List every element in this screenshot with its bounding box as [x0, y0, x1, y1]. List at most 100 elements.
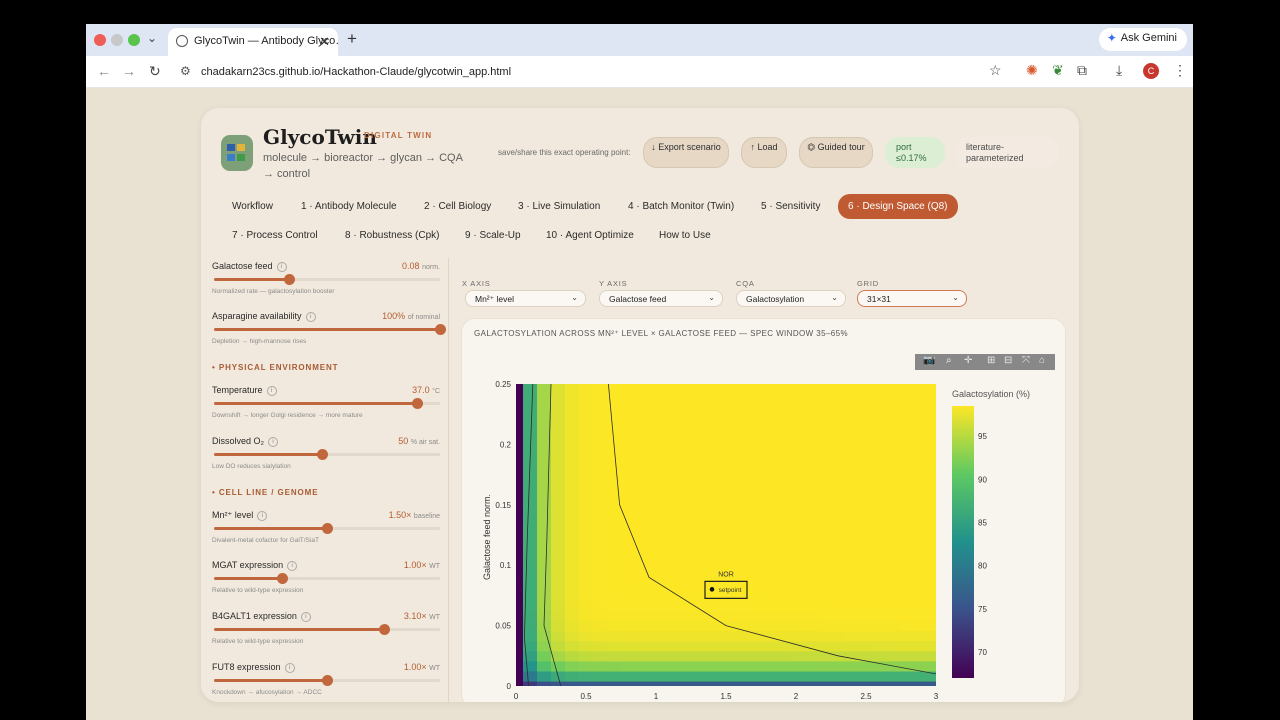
- extensions-puzzle-icon[interactable]: ⧉: [1077, 62, 1087, 79]
- claude-extension-icon[interactable]: ✺: [1026, 62, 1038, 79]
- slider-thumb[interactable]: [322, 523, 333, 534]
- x-axis-select[interactable]: Mn²⁺ level ⌄: [465, 290, 586, 307]
- new-tab-icon[interactable]: +: [347, 29, 357, 49]
- mgat-slider[interactable]: [214, 573, 440, 584]
- heatmap-cell: [915, 519, 930, 531]
- heatmap-cell: [789, 519, 804, 531]
- setpoint-marker[interactable]: [709, 587, 715, 592]
- tab-agent-optimize[interactable]: 10 · Agent Optimize: [536, 223, 644, 248]
- info-icon[interactable]: i: [268, 436, 279, 447]
- heatmap-cell: [761, 580, 776, 591]
- site-settings-icon[interactable]: ⚙: [180, 64, 191, 78]
- fut8-slider[interactable]: [214, 675, 440, 686]
- heatmap-cell: [593, 550, 608, 561]
- tab-sensitivity[interactable]: 5 · Sensitivity: [751, 194, 830, 219]
- more-menu-icon[interactable]: ⋮: [1173, 62, 1187, 79]
- info-icon[interactable]: i: [284, 662, 295, 673]
- tab-list-chevron-icon[interactable]: ⌄: [147, 31, 157, 45]
- extension-leaf-icon[interactable]: ❦: [1052, 62, 1064, 79]
- heatmap-svg[interactable]: 0 0.5 1 1.5 2 2.5 3 0 0.05 0.1 0.15 0.2 0.25 Galacto…: [462, 359, 1067, 702]
- slider-thumb[interactable]: [317, 449, 329, 460]
- slider-thumb[interactable]: [412, 398, 424, 409]
- address-bar[interactable]: ⚙ chadakarn23cs.github.io/Hackathon-Clau…: [170, 59, 1000, 85]
- close-window-button[interactable]: [94, 34, 106, 46]
- heatmap-cell: [691, 529, 706, 541]
- tab-process-control[interactable]: 7 · Process Control: [222, 223, 328, 248]
- heatmap-cell: [663, 600, 678, 612]
- heatmap-cell: [607, 469, 622, 481]
- heatmap-cell: [705, 670, 720, 682]
- tab-cell-biology[interactable]: 2 · Cell Biology: [414, 194, 501, 219]
- heatmap-cell: [901, 600, 916, 612]
- heatmap-cell: [845, 519, 860, 531]
- info-icon[interactable]: i: [266, 385, 277, 396]
- tab-workflow[interactable]: Workflow: [222, 194, 283, 219]
- heatmap-cell: [719, 489, 734, 501]
- maximize-window-button[interactable]: [128, 34, 140, 46]
- cqa-select[interactable]: Galactosylation ⌄: [736, 290, 846, 307]
- heatmap-cell: [747, 670, 762, 682]
- heatmap-cell: [929, 389, 936, 400]
- info-icon[interactable]: i: [257, 510, 268, 521]
- heatmap-cell: [887, 680, 902, 686]
- slider-thumb[interactable]: [378, 624, 390, 635]
- heatmap-cell: [691, 660, 706, 672]
- guided-tour-button[interactable]: ⏣ Guided tour: [799, 137, 873, 168]
- browser-tab[interactable]: GlycoTwin — Antibody Glyco… ✕: [168, 28, 338, 56]
- ask-gemini-button[interactable]: ✦ Ask Gemini: [1098, 28, 1187, 51]
- x-tick-label: 1: [654, 692, 659, 701]
- galactose-feed-slider[interactable]: [214, 274, 440, 285]
- heatmap-cell: [747, 459, 762, 471]
- info-icon[interactable]: i: [305, 311, 316, 322]
- heatmap-cell: [516, 389, 524, 400]
- tab-antibody-molecule[interactable]: 1 · Antibody Molecule: [291, 194, 407, 219]
- forward-icon[interactable]: →: [122, 63, 136, 79]
- heatmap-cell: [915, 479, 930, 491]
- tab-batch-monitor[interactable]: 4 · Batch Monitor (Twin): [618, 194, 744, 219]
- tab-how-to-use[interactable]: How to Use: [649, 223, 721, 248]
- info-icon[interactable]: i: [276, 261, 287, 272]
- heatmap-cell: [817, 384, 832, 390]
- info-icon[interactable]: i: [300, 611, 311, 622]
- reload-icon[interactable]: ↻: [149, 63, 161, 80]
- close-tab-icon[interactable]: ✕: [319, 34, 330, 50]
- info-icon[interactable]: i: [287, 560, 298, 571]
- heatmap-cell: [859, 384, 874, 390]
- dissolved-o2-slider[interactable]: [214, 449, 440, 460]
- b4galt1-slider[interactable]: [214, 624, 440, 635]
- heatmap-cell: [887, 519, 902, 531]
- slider-thumb[interactable]: [435, 324, 446, 335]
- heatmap-cell: [663, 399, 678, 410]
- export-scenario-button[interactable]: ↓ Export scenario: [643, 137, 729, 168]
- heatmap-cell: [775, 409, 790, 420]
- back-icon[interactable]: ←: [97, 63, 111, 79]
- slider-thumb[interactable]: [276, 573, 288, 584]
- download-icon[interactable]: ⤓: [1116, 62, 1122, 79]
- heatmap-cell: [747, 570, 762, 581]
- heatmap-cell: [719, 529, 734, 541]
- heatmap-cell: [929, 449, 936, 461]
- heatmap-cell: [929, 560, 936, 571]
- minimize-window-button[interactable]: [111, 34, 123, 46]
- temperature-slider[interactable]: [214, 398, 440, 409]
- heatmap-cell: [691, 570, 706, 581]
- bookmark-star-icon[interactable]: ☆: [989, 62, 1002, 79]
- mn-level-slider[interactable]: [214, 523, 440, 534]
- heatmap-cell: [887, 479, 902, 491]
- slider-thumb[interactable]: [322, 675, 333, 686]
- profile-avatar[interactable]: C: [1143, 63, 1159, 79]
- heatmap-cell: [901, 630, 916, 642]
- slider-thumb[interactable]: [283, 274, 295, 285]
- heatmap-cell: [887, 384, 902, 390]
- heatmap-cell: [845, 680, 860, 686]
- y-axis-select[interactable]: Galactose feed ⌄: [599, 290, 723, 307]
- tab-live-simulation[interactable]: 3 · Live Simulation: [508, 194, 610, 219]
- asparagine-slider[interactable]: [214, 324, 446, 335]
- load-button[interactable]: ↑ Load: [741, 137, 787, 168]
- tab-design-space[interactable]: 6 · Design Space (Q8): [838, 194, 958, 219]
- grid-select[interactable]: 31×31 ⌄: [857, 290, 967, 307]
- heatmap-cell: [901, 540, 916, 551]
- tab-scale-up[interactable]: 9 · Scale-Up: [455, 223, 531, 248]
- heatmap-cell: [663, 389, 678, 400]
- tab-robustness[interactable]: 8 · Robustness (Cpk): [335, 223, 449, 248]
